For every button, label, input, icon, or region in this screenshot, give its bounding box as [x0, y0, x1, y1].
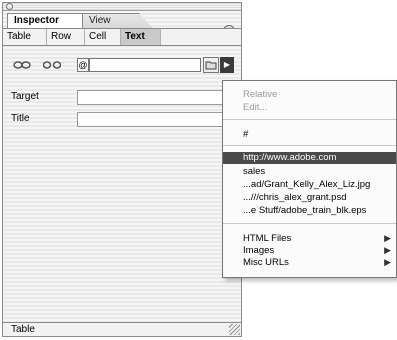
menu-item-relative[interactable]: Relative [223, 89, 396, 100]
menu-item-images[interactable]: Images ▶ [223, 245, 396, 256]
link-popup-menu: Relative Edit... # http://www.adobe.com … [222, 80, 397, 278]
palette-titlebar[interactable] [3, 3, 241, 11]
submenu-arrow-icon: ▶ [384, 245, 391, 255]
browse-file-icon[interactable] [203, 57, 219, 73]
resize-handle[interactable] [229, 324, 240, 335]
menu-item-sales[interactable]: sales [223, 166, 396, 177]
menu-item-label: Images [243, 245, 275, 256]
tab-inspector[interactable]: Inspector [7, 13, 83, 28]
menu-item-psd-file[interactable]: ...///chris_alex_grant.psd [223, 192, 396, 203]
menu-item-jpg-file[interactable]: ...ad/Grant_Kelly_Alex_Liz.jpg [223, 179, 396, 190]
status-text: Table [11, 324, 35, 335]
status-bar: Table [3, 322, 241, 336]
anchor-icon[interactable]: @ [77, 58, 89, 72]
menu-item-edit[interactable]: Edit... [223, 102, 396, 113]
menu-item-hash[interactable]: # [223, 129, 396, 140]
target-label: Target [11, 91, 39, 102]
subtab-row[interactable]: Row [47, 29, 85, 45]
close-icon[interactable] [6, 3, 13, 10]
palette-tabs: Inspector View ▸ [3, 13, 241, 37]
link-toolbar: @ ▶ [3, 55, 241, 75]
subtab-table[interactable]: Table [3, 29, 47, 45]
tab-view[interactable]: View [83, 13, 153, 28]
menu-item-html-files[interactable]: HTML Files ▶ [223, 233, 396, 244]
unlink-icon[interactable] [42, 60, 62, 70]
link-url-input[interactable] [89, 58, 201, 72]
menu-item-adobe-url[interactable]: http://www.adobe.com [223, 152, 396, 164]
inspector-subtabs: Table Row Cell Text [3, 28, 241, 46]
menu-divider [223, 223, 396, 224]
menu-divider [223, 119, 396, 120]
subtab-cell[interactable]: Cell [85, 29, 121, 45]
submenu-arrow-icon: ▶ [384, 257, 391, 267]
link-menu-arrow-button[interactable]: ▶ [220, 57, 234, 73]
menu-item-label: HTML Files [243, 233, 292, 244]
title-label: Title [11, 113, 30, 124]
menu-item-label: Misc URLs [243, 257, 289, 268]
menu-item-misc-urls[interactable]: Misc URLs ▶ [223, 257, 396, 268]
subtab-text[interactable]: Text [121, 29, 161, 45]
menu-divider [223, 145, 396, 146]
menu-item-eps-file[interactable]: ...e Stuff/adobe_train_blk.eps [223, 205, 396, 216]
title-field[interactable] [77, 112, 232, 127]
inspector-palette: Inspector View ▸ Table Row Cell Text @ ▶… [2, 2, 242, 337]
link-icon[interactable] [13, 60, 31, 70]
target-field[interactable] [77, 90, 232, 105]
submenu-arrow-icon: ▶ [384, 233, 391, 243]
